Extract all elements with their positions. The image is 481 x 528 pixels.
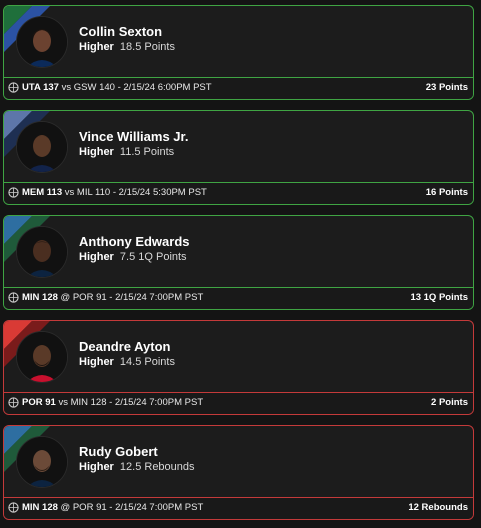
result-value: 13 1Q Points — [410, 292, 468, 303]
result-value: 23 Points — [425, 82, 468, 93]
player-headshot-icon — [17, 122, 67, 172]
player-name: Deandre Ayton — [79, 339, 171, 354]
basketball-icon — [8, 82, 19, 93]
game-footer: MIN 128 @ POR 91 - 2/15/24 7:00PM PST 13… — [4, 287, 473, 309]
team-score: UTA 137 — [22, 82, 59, 93]
team-score: MIN 128 — [22, 292, 58, 303]
pick-direction: Higher — [79, 356, 114, 368]
player-headshot-icon — [17, 437, 67, 487]
game-footer: MEM 113 vs MIL 110 - 2/15/24 5:30PM PST … — [4, 182, 473, 204]
game-datetime: - 2/15/24 7:00PM PST — [109, 292, 204, 303]
pick-line: Higher 12.5 Rebounds — [79, 461, 195, 473]
game-info: MEM 113 vs MIL 110 - 2/15/24 5:30PM PST — [22, 187, 207, 198]
game-info: MIN 128 @ POR 91 - 2/15/24 7:00PM PST — [22, 292, 203, 303]
player-avatar — [16, 16, 68, 68]
player-headshot-icon — [17, 17, 67, 67]
player-avatar — [16, 121, 68, 173]
matchup-separator: vs — [64, 187, 75, 198]
pick-direction: Higher — [79, 146, 114, 158]
opponent-score: MIL 110 — [76, 187, 111, 198]
game-footer: MIN 128 @ POR 91 - 2/15/24 7:00PM PST 12… — [4, 497, 473, 519]
picks-list: Collin Sexton Higher 18.5 Points UTA 137… — [0, 0, 481, 528]
pick-card[interactable]: Collin Sexton Higher 18.5 Points UTA 137… — [3, 5, 474, 100]
pick-card[interactable]: Rudy Gobert Higher 12.5 Rebounds MIN 128… — [3, 425, 474, 520]
pick-card[interactable]: Vince Williams Jr. Higher 11.5 Points ME… — [3, 110, 474, 205]
pick-line: Higher 14.5 Points — [79, 356, 175, 368]
basketball-icon — [8, 292, 19, 303]
pick-card[interactable]: Deandre Ayton Higher 14.5 Points POR 91 … — [3, 320, 474, 415]
pick-line: Higher 7.5 1Q Points — [79, 251, 187, 263]
player-name: Collin Sexton — [79, 24, 163, 39]
matchup-separator: @ — [60, 292, 71, 303]
game-info: POR 91 vs MIN 128 - 2/15/24 7:00PM PST — [22, 397, 203, 408]
opponent-score: POR 91 — [72, 292, 107, 303]
basketball-icon — [8, 502, 19, 513]
result-value: 16 Points — [425, 187, 468, 198]
player-name: Rudy Gobert — [79, 444, 158, 459]
matchup-separator: vs — [58, 397, 68, 408]
game-info: MIN 128 @ POR 91 - 2/15/24 7:00PM PST — [22, 502, 203, 513]
matchup-separator: @ — [60, 502, 71, 513]
result-value: 2 Points — [431, 397, 468, 408]
player-avatar — [16, 226, 68, 278]
team-score: MEM 113 — [22, 187, 63, 198]
pick-value: 12.5 Rebounds — [119, 461, 195, 473]
opponent-score: MIN 128 — [70, 397, 107, 408]
basketball-icon — [8, 397, 19, 408]
pick-value: 11.5 Points — [119, 146, 175, 158]
pick-value: 14.5 Points — [119, 356, 175, 368]
player-name: Vince Williams Jr. — [79, 129, 189, 144]
player-name: Anthony Edwards — [79, 234, 190, 249]
player-avatar — [16, 436, 68, 488]
result-value: 12 Rebounds — [408, 502, 468, 513]
game-datetime: - 2/15/24 5:30PM PST — [112, 187, 207, 198]
team-score: POR 91 — [22, 397, 56, 408]
pick-direction: Higher — [79, 251, 114, 263]
pick-line: Higher 18.5 Points — [79, 41, 175, 53]
player-headshot-icon — [17, 332, 67, 382]
pick-direction: Higher — [79, 461, 114, 473]
game-datetime: - 2/15/24 7:00PM PST — [109, 397, 204, 408]
basketball-icon — [8, 187, 19, 198]
pick-value: 7.5 1Q Points — [119, 251, 187, 263]
game-footer: POR 91 vs MIN 128 - 2/15/24 7:00PM PST 2… — [4, 392, 473, 414]
player-avatar — [16, 331, 68, 383]
team-score: MIN 128 — [22, 502, 58, 513]
opponent-score: POR 91 — [72, 502, 107, 513]
pick-direction: Higher — [79, 41, 114, 53]
game-datetime: - 2/15/24 7:00PM PST — [109, 502, 204, 513]
pick-card[interactable]: Anthony Edwards Higher 7.5 1Q Points MIN… — [3, 215, 474, 310]
pick-value: 18.5 Points — [119, 41, 175, 53]
game-footer: UTA 137 vs GSW 140 - 2/15/24 6:00PM PST … — [4, 77, 473, 99]
pick-line: Higher 11.5 Points — [79, 146, 174, 158]
game-datetime: - 2/15/24 6:00PM PST — [117, 82, 212, 93]
player-headshot-icon — [17, 227, 67, 277]
opponent-score: GSW 140 — [73, 82, 115, 93]
game-info: UTA 137 vs GSW 140 - 2/15/24 6:00PM PST — [22, 82, 212, 93]
matchup-separator: vs — [61, 82, 72, 93]
